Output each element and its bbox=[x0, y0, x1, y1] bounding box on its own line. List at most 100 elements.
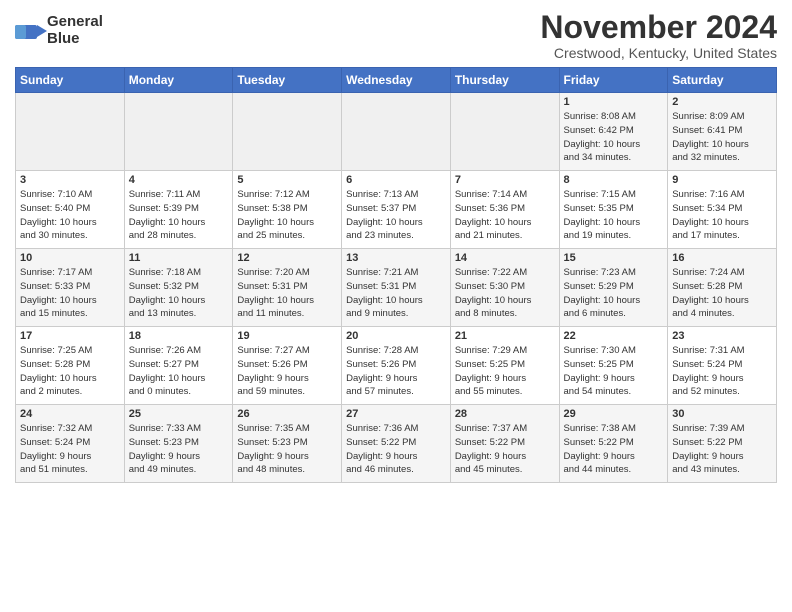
day-cell: 21Sunrise: 7:29 AM Sunset: 5:25 PM Dayli… bbox=[450, 327, 559, 405]
day-info: Sunrise: 7:21 AM Sunset: 5:31 PM Dayligh… bbox=[346, 266, 446, 321]
day-cell bbox=[450, 93, 559, 171]
day-number: 6 bbox=[346, 174, 446, 186]
day-info: Sunrise: 7:31 AM Sunset: 5:24 PM Dayligh… bbox=[672, 344, 772, 399]
day-info: Sunrise: 7:33 AM Sunset: 5:23 PM Dayligh… bbox=[129, 422, 229, 477]
day-cell: 26Sunrise: 7:35 AM Sunset: 5:23 PM Dayli… bbox=[233, 405, 342, 483]
day-info: Sunrise: 7:16 AM Sunset: 5:34 PM Dayligh… bbox=[672, 188, 772, 243]
day-number: 23 bbox=[672, 330, 772, 342]
day-number: 26 bbox=[237, 408, 337, 420]
header-cell-friday: Friday bbox=[559, 68, 668, 93]
day-info: Sunrise: 7:38 AM Sunset: 5:22 PM Dayligh… bbox=[564, 422, 664, 477]
week-row-2: 3Sunrise: 7:10 AM Sunset: 5:40 PM Daylig… bbox=[16, 171, 777, 249]
day-info: Sunrise: 7:26 AM Sunset: 5:27 PM Dayligh… bbox=[129, 344, 229, 399]
day-number: 16 bbox=[672, 252, 772, 264]
day-cell: 8 Sunrise: 7:15 AM Sunset: 5:35 PM Daylig… bbox=[559, 171, 668, 249]
logo-text: General Blue bbox=[47, 14, 103, 47]
day-info: Sunrise: 7:27 AM Sunset: 5:26 PM Dayligh… bbox=[237, 344, 337, 399]
header-cell-monday: Monday bbox=[124, 68, 233, 93]
week-row-1: 1 Sunrise: 8:08 AM Sunset: 6:42 PM Daylig… bbox=[16, 93, 777, 171]
day-number: 5 bbox=[237, 174, 337, 186]
day-cell: 24 Sunrise: 7:32 AM Sunset: 5:24 PM Dayli… bbox=[16, 405, 125, 483]
calendar-table: SundayMondayTuesdayWednesdayThursdayFrid… bbox=[15, 67, 777, 483]
day-info: Sunrise: 7:23 AM Sunset: 5:29 PM Dayligh… bbox=[564, 266, 664, 321]
day-cell bbox=[124, 93, 233, 171]
day-number: 12 bbox=[237, 252, 337, 264]
day-number: 28 bbox=[455, 408, 555, 420]
day-cell: 19 Sunrise: 7:27 AM Sunset: 5:26 PM Dayli… bbox=[233, 327, 342, 405]
day-info: Sunrise: 7:37 AM Sunset: 5:22 PM Dayligh… bbox=[455, 422, 555, 477]
day-info: Sunrise: 7:20 AM Sunset: 5:31 PM Dayligh… bbox=[237, 266, 337, 321]
day-cell: 17Sunrise: 7:25 AM Sunset: 5:28 PM Dayli… bbox=[16, 327, 125, 405]
day-number: 14 bbox=[455, 252, 555, 264]
day-number: 27 bbox=[346, 408, 446, 420]
day-info: Sunrise: 7:30 AM Sunset: 5:25 PM Dayligh… bbox=[564, 344, 664, 399]
day-number: 30 bbox=[672, 408, 772, 420]
week-row-3: 10 Sunrise: 7:17 AM Sunset: 5:33 PM Dayli… bbox=[16, 249, 777, 327]
day-number: 21 bbox=[455, 330, 555, 342]
day-cell bbox=[16, 93, 125, 171]
day-cell: 30 Sunrise: 7:39 AM Sunset: 5:22 PM Dayli… bbox=[668, 405, 777, 483]
day-cell: 5 Sunrise: 7:12 AM Sunset: 5:38 PM Daylig… bbox=[233, 171, 342, 249]
day-cell: 29 Sunrise: 7:38 AM Sunset: 5:22 PM Dayli… bbox=[559, 405, 668, 483]
day-cell: 25 Sunrise: 7:33 AM Sunset: 5:23 PM Dayli… bbox=[124, 405, 233, 483]
day-cell: 13 Sunrise: 7:21 AM Sunset: 5:31 PM Dayli… bbox=[342, 249, 451, 327]
day-number: 1 bbox=[564, 96, 664, 108]
day-cell: 9 Sunrise: 7:16 AM Sunset: 5:34 PM Daylig… bbox=[668, 171, 777, 249]
day-cell: 6 Sunrise: 7:13 AM Sunset: 5:37 PM Daylig… bbox=[342, 171, 451, 249]
day-cell bbox=[342, 93, 451, 171]
day-cell: 4 Sunrise: 7:11 AM Sunset: 5:39 PM Daylig… bbox=[124, 171, 233, 249]
day-cell: 3Sunrise: 7:10 AM Sunset: 5:40 PM Daylig… bbox=[16, 171, 125, 249]
day-cell: 10 Sunrise: 7:17 AM Sunset: 5:33 PM Dayli… bbox=[16, 249, 125, 327]
day-info: Sunrise: 7:11 AM Sunset: 5:39 PM Dayligh… bbox=[129, 188, 229, 243]
day-cell: 15 Sunrise: 7:23 AM Sunset: 5:29 PM Dayli… bbox=[559, 249, 668, 327]
day-number: 15 bbox=[564, 252, 664, 264]
day-number: 29 bbox=[564, 408, 664, 420]
day-info: Sunrise: 7:15 AM Sunset: 5:35 PM Dayligh… bbox=[564, 188, 664, 243]
day-cell: 1 Sunrise: 8:08 AM Sunset: 6:42 PM Daylig… bbox=[559, 93, 668, 171]
day-number: 18 bbox=[129, 330, 229, 342]
day-cell: 12 Sunrise: 7:20 AM Sunset: 5:31 PM Dayli… bbox=[233, 249, 342, 327]
header-cell-saturday: Saturday bbox=[668, 68, 777, 93]
day-info: Sunrise: 7:14 AM Sunset: 5:36 PM Dayligh… bbox=[455, 188, 555, 243]
day-number: 25 bbox=[129, 408, 229, 420]
day-info: Sunrise: 8:08 AM Sunset: 6:42 PM Dayligh… bbox=[564, 110, 664, 165]
week-row-4: 17Sunrise: 7:25 AM Sunset: 5:28 PM Dayli… bbox=[16, 327, 777, 405]
day-info: Sunrise: 7:17 AM Sunset: 5:33 PM Dayligh… bbox=[20, 266, 120, 321]
day-cell: 2Sunrise: 8:09 AM Sunset: 6:41 PM Daylig… bbox=[668, 93, 777, 171]
location: Crestwood, Kentucky, United States bbox=[540, 45, 777, 61]
day-cell: 23 Sunrise: 7:31 AM Sunset: 5:24 PM Dayli… bbox=[668, 327, 777, 405]
day-number: 17 bbox=[20, 330, 120, 342]
header-cell-thursday: Thursday bbox=[450, 68, 559, 93]
header-cell-sunday: Sunday bbox=[16, 68, 125, 93]
day-number: 9 bbox=[672, 174, 772, 186]
header-cell-wednesday: Wednesday bbox=[342, 68, 451, 93]
day-cell: 22Sunrise: 7:30 AM Sunset: 5:25 PM Dayli… bbox=[559, 327, 668, 405]
day-cell bbox=[233, 93, 342, 171]
day-number: 24 bbox=[20, 408, 120, 420]
day-number: 13 bbox=[346, 252, 446, 264]
day-info: Sunrise: 7:39 AM Sunset: 5:22 PM Dayligh… bbox=[672, 422, 772, 477]
day-info: Sunrise: 7:13 AM Sunset: 5:37 PM Dayligh… bbox=[346, 188, 446, 243]
day-info: Sunrise: 7:36 AM Sunset: 5:22 PM Dayligh… bbox=[346, 422, 446, 477]
day-number: 8 bbox=[564, 174, 664, 186]
day-number: 7 bbox=[455, 174, 555, 186]
logo: General Blue bbox=[15, 14, 103, 47]
day-info: Sunrise: 7:22 AM Sunset: 5:30 PM Dayligh… bbox=[455, 266, 555, 321]
day-number: 2 bbox=[672, 96, 772, 108]
day-cell: 20Sunrise: 7:28 AM Sunset: 5:26 PM Dayli… bbox=[342, 327, 451, 405]
header-row: SundayMondayTuesdayWednesdayThursdayFrid… bbox=[16, 68, 777, 93]
day-number: 4 bbox=[129, 174, 229, 186]
day-number: 20 bbox=[346, 330, 446, 342]
day-cell: 7 Sunrise: 7:14 AM Sunset: 5:36 PM Daylig… bbox=[450, 171, 559, 249]
day-number: 3 bbox=[20, 174, 120, 186]
day-info: Sunrise: 7:18 AM Sunset: 5:32 PM Dayligh… bbox=[129, 266, 229, 321]
header-cell-tuesday: Tuesday bbox=[233, 68, 342, 93]
day-cell: 14 Sunrise: 7:22 AM Sunset: 5:30 PM Dayli… bbox=[450, 249, 559, 327]
day-info: Sunrise: 7:32 AM Sunset: 5:24 PM Dayligh… bbox=[20, 422, 120, 477]
day-number: 19 bbox=[237, 330, 337, 342]
day-cell: 27 Sunrise: 7:36 AM Sunset: 5:22 PM Dayli… bbox=[342, 405, 451, 483]
day-info: Sunrise: 7:12 AM Sunset: 5:38 PM Dayligh… bbox=[237, 188, 337, 243]
logo-icon bbox=[15, 17, 43, 45]
day-cell: 18 Sunrise: 7:26 AM Sunset: 5:27 PM Dayli… bbox=[124, 327, 233, 405]
day-number: 10 bbox=[20, 252, 120, 264]
